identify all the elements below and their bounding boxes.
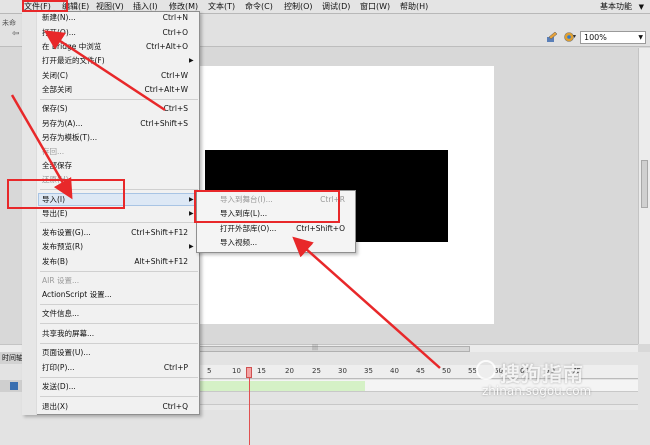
vertical-scrollbar-thumb[interactable] [641,160,648,208]
menu-separator [40,99,198,100]
zoom-value: 100% [584,33,607,42]
layer-icon [10,382,18,390]
timeline-scrollbar[interactable] [200,404,638,410]
ruler-number: 40 [390,367,399,375]
menu-item-close-all[interactable]: 全部关闭 [42,85,72,95]
menu-separator [40,222,198,223]
zoom-select[interactable]: 100% ▼ [580,31,646,44]
menu-separator [40,304,198,305]
submenu-arrow-icon: ▶ [189,243,194,250]
watermark-url: zhinan.sogou.com [482,384,592,398]
menu-item-open[interactable]: 打开(O)... [42,28,76,38]
ruler-number: 25 [312,367,321,375]
menu-item-publish-preview[interactable]: 发布预览(R) [42,242,83,252]
menu-item-exit[interactable]: 退出(X) [42,402,68,412]
menu-separator [40,323,198,324]
menu-commands[interactable]: 命令(C) [243,1,275,13]
menu-separator [40,377,198,378]
menu-item-print[interactable]: 打印(P)... [42,363,75,373]
menu-gutter [22,11,37,415]
ruler-number: 15 [257,367,266,375]
shortcut-label: Ctrl+P [163,363,188,372]
ruler-number: 50 [442,367,451,375]
ruler-number: 35 [364,367,373,375]
menu-text[interactable]: 文本(T) [206,1,237,13]
ruler-number: 45 [416,367,425,375]
menu-item-save[interactable]: 保存(S) [42,104,68,114]
menu-item-import-video[interactable]: 导入视频... [220,238,257,248]
frame-span[interactable] [200,381,365,391]
menu-debug[interactable]: 调试(D) [320,1,352,13]
chevron-down-icon[interactable]: ▼ [639,1,644,13]
shortcut-label: Ctrl+Shift+S [140,119,188,128]
vertical-scrollbar[interactable] [638,48,650,344]
menu-item-save-all[interactable]: 全部保存 [42,161,72,171]
back-arrow-icon[interactable]: ⇦ [12,29,20,39]
ruler-number: 20 [285,367,294,375]
shortcut-label: Ctrl+S [163,104,188,113]
menu-item-file-info[interactable]: 文件信息... [42,309,79,319]
playhead-line [249,378,250,445]
shortcut-label: Ctrl+Shift+O [296,224,345,233]
menu-item-actionscript-settings[interactable]: ActionScript 设置... [42,290,112,300]
annotation-box-import-to-library [194,190,340,223]
ruler-number: 30 [338,367,347,375]
shortcut-label: Ctrl+Q [162,402,188,411]
menu-item-page-setup[interactable]: 页面设置(U)... [42,348,91,358]
menu-help[interactable]: 帮助(H) [398,1,430,13]
edit-scene-icon[interactable] [563,31,577,43]
playhead[interactable] [246,367,252,378]
menu-window[interactable]: 窗口(W) [358,1,392,13]
menu-item-close[interactable]: 关闭(C) [42,71,68,81]
shortcut-label: Ctrl+O [162,28,188,37]
shortcut-label: Alt+Shift+F12 [134,257,188,266]
annotation-box-import [7,179,125,209]
edit-symbols-icon[interactable] [546,31,558,43]
menu-control[interactable]: 控制(O) [282,1,315,13]
menu-item-air-settings: AIR 设置... [42,276,80,285]
menu-item-save-as[interactable]: 另存为(A)... [42,119,83,129]
shortcut-label: Ctrl+W [160,71,188,80]
submenu-arrow-icon: ▶ [189,57,194,64]
menu-item-send[interactable]: 发送(D)... [42,382,76,392]
submenu-arrow-icon: ▶ [189,210,194,217]
menu-item-share-screen[interactable]: 共享我的屏幕... [42,329,94,339]
menu-separator [40,271,198,272]
menu-item-check-in: 存回... [42,147,65,156]
grip-icon: ||| [312,344,319,351]
menu-item-publish[interactable]: 发布(B) [42,257,68,267]
shortcut-label: Ctrl+Shift+F12 [131,228,188,237]
watermark-logo-icon [476,360,496,380]
ruler-number: 10 [232,367,241,375]
menu-item-publish-settings[interactable]: 发布设置(G)... [42,228,91,238]
document-tab[interactable]: 未命 [2,18,16,28]
menu-item-save-as-template[interactable]: 另存为模板(T)... [42,133,97,143]
menu-separator [40,396,198,397]
ruler-number: 5 [207,367,212,375]
submenu-arrow-icon: ▶ [189,196,194,203]
chevron-down-icon[interactable]: ▼ [638,32,643,43]
menu-item-open-recent[interactable]: 打开最近的文件(F) [42,56,105,66]
menu-item-export[interactable]: 导出(E) [42,209,68,219]
shortcut-label: Ctrl+Alt+O [146,42,188,51]
shortcut-label: Ctrl+Alt+W [144,85,188,94]
annotation-box-file-menu [22,0,68,12]
watermark-logo: 搜狗指南 [500,362,584,386]
menu-separator [40,343,198,344]
menu-item-browse-bridge[interactable]: 在 Bridge 中浏览 [42,42,101,52]
shortcut-label: Ctrl+N [162,13,188,22]
menu-item-open-external-library[interactable]: 打开外部库(O)... [220,224,276,234]
menu-item-new[interactable]: 新建(N)... [42,13,76,23]
workspace-switcher[interactable]: 基本功能 [600,1,632,13]
